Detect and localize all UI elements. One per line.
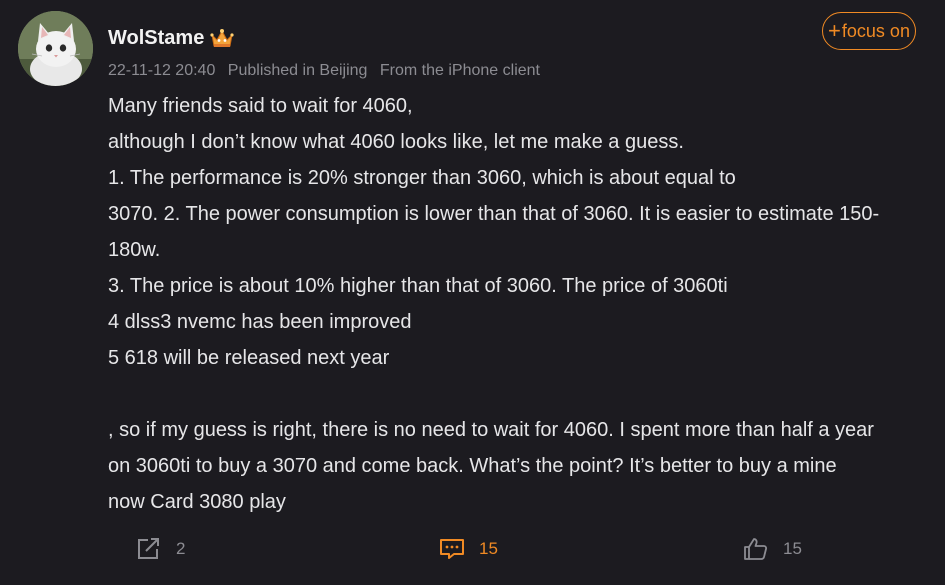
action-bar: 2 15 15 [0,532,945,566]
share-icon [138,538,159,559]
post-line: , so if my guess is right, there is no n… [108,419,874,441]
post-datetime: 22-11-12 20:40 [108,62,216,79]
post-content: Many friends said to wait for 4060, alth… [108,88,918,520]
post-location: Published in Beijing [227,62,368,79]
post-line: 4 dlss3 nvemc has been improved [108,311,412,333]
post-line: on 3060ti to buy a 3070 and come back. W… [108,455,837,477]
post-line: 1. The performance is 20% stronger than … [108,167,736,189]
plus-icon: + [828,18,841,43]
post-line: Many friends said to wait for 4060, [108,95,413,117]
user-header: WolStame [108,24,234,52]
follow-label: focus on [841,20,910,41]
share-button[interactable]: 2 [136,532,185,566]
comment-icon [440,539,464,559]
crown-icon [210,27,234,49]
post-line: 180w. [108,239,161,261]
post-meta: 22-11-12 20:40 Published in Beijing From… [108,62,548,80]
like-button[interactable]: 15 [743,532,802,566]
cat-avatar-icon [18,11,93,86]
post-line-blank [108,376,918,412]
comment-count: 15 [479,539,498,558]
follow-button[interactable]: + focus on [822,12,916,50]
like-count: 15 [783,539,802,558]
share-count: 2 [176,539,186,558]
username[interactable]: WolStame [108,27,204,50]
post-line: although I don’t know what 4060 looks li… [108,131,684,153]
post-line: 5 618 will be released next year [108,347,390,369]
avatar[interactable] [18,11,93,86]
thumbs-up-icon [744,538,768,560]
post-line: 3. The price is about 10% higher than th… [108,275,728,297]
post-client: From the iPhone client [379,62,540,79]
post-line: now Card 3080 play [108,491,286,513]
post-line: 3070. 2. The power consumption is lower … [108,203,880,225]
comment-button[interactable]: 15 [439,532,498,566]
